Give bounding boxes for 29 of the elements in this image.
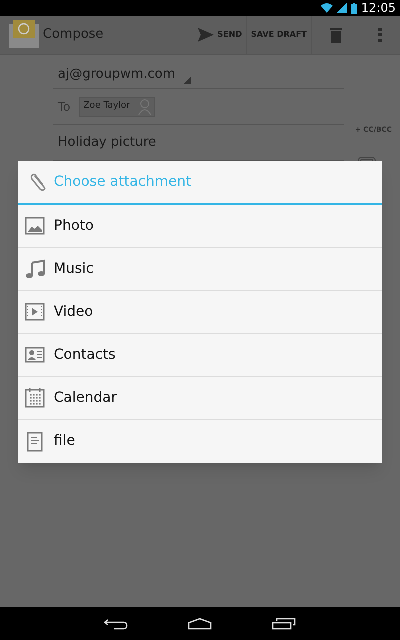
status-time: 12:05 [361,2,396,14]
screen-title: Compose [43,26,104,44]
attachment-option[interactable]: Music [18,248,382,291]
attachment-option[interactable]: Contacts [18,334,382,377]
send-button[interactable]: SEND [194,16,248,54]
from-field[interactable]: aj@groupwm.com [53,59,344,89]
attachment-option[interactable]: Video [18,291,382,334]
recent-apps-icon[interactable] [272,618,296,630]
signal-icon [337,3,348,13]
attachment-option[interactable]: file [18,420,382,463]
video-icon [25,303,45,321]
dialog-title: Choose attachment [54,172,192,192]
document-icon [27,432,43,452]
battery-icon [351,2,358,14]
save-draft-button[interactable]: SAVE DRAFT [247,16,312,54]
back-icon[interactable] [104,618,128,630]
dropdown-icon [184,77,191,84]
send-icon [198,28,214,42]
attachment-option[interactable]: Calendar [18,377,382,420]
image-icon [25,217,45,235]
recipient-chip[interactable]: Zoe Taylor [78,96,156,116]
contact-card-icon [25,347,45,363]
wifi-icon [321,3,334,13]
music-note-icon [25,259,45,279]
home-icon[interactable] [188,618,212,630]
calendar-icon [25,388,45,408]
app-icon[interactable] [8,19,40,51]
person-icon [138,98,152,114]
attachment-option[interactable]: Photo [18,205,382,248]
